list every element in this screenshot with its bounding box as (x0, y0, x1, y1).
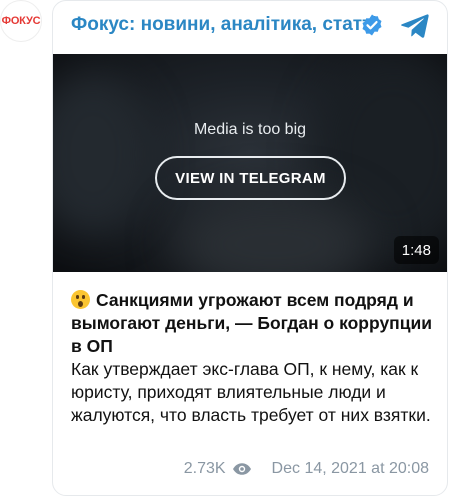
post-body: Как утверждает экс-глава ОП, к нему, как… (71, 359, 431, 425)
avatar-logo-text: ФОКУС (1, 15, 41, 27)
eye-icon (232, 463, 251, 475)
post-text: Санкциями угрожают всем подряд и вымогаю… (71, 289, 436, 427)
telegram-icon[interactable] (400, 10, 430, 40)
post-title-text: Санкциями угрожают всем подряд и вымогаю… (71, 290, 433, 356)
post-title: Санкциями угрожают всем подряд и вымогаю… (71, 290, 432, 356)
post-date-link[interactable]: Dec 14, 2021 at 20:08 (272, 460, 429, 478)
message-meta: 2.73K Dec 14, 2021 at 20:08 (184, 459, 429, 479)
message-header: Фокус: новини, аналітика, статті (53, 1, 447, 51)
view-in-telegram-button[interactable]: VIEW IN TELEGRAM (155, 156, 346, 200)
video-preview: Media is too big VIEW IN TELEGRAM 1:48 (53, 54, 447, 272)
surprised-face-emoji-icon (71, 290, 90, 309)
media-too-big-text: Media is too big (193, 121, 307, 138)
message-card: Фокус: новини, аналітика, статті Media i… (52, 0, 448, 496)
video-duration-badge: 1:48 (393, 236, 439, 264)
verified-icon (362, 14, 382, 36)
channel-name-link[interactable]: Фокус: новини, аналітика, статті (71, 14, 377, 36)
view-count: 2.73K (183, 460, 226, 477)
channel-avatar[interactable]: ФОКУС (0, 0, 42, 42)
